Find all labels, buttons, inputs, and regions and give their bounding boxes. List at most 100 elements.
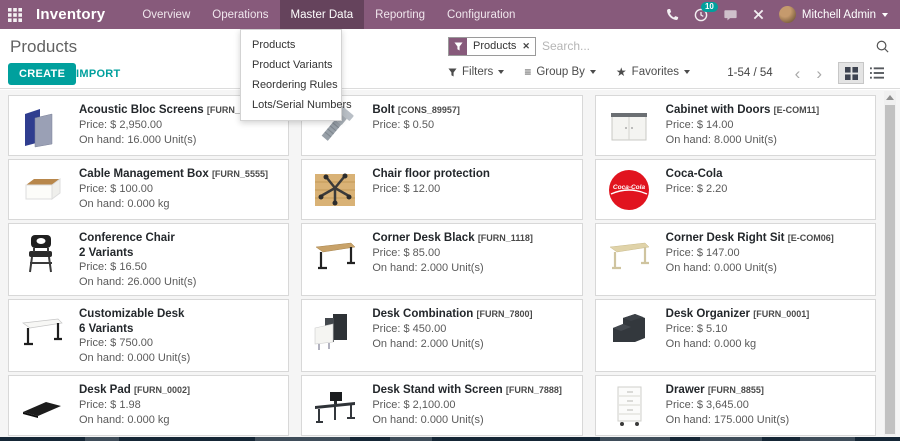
product-on-hand: On hand: 0.000 kg xyxy=(666,337,810,352)
product-card[interactable]: Drawer [FURN_8855] Price: $ 3,645.00 On … xyxy=(595,375,876,436)
product-price: Price: $ 2,100.00 xyxy=(372,398,562,413)
navbar-menu-item-label: Operations xyxy=(212,9,268,21)
navbar-menu-item[interactable]: Reporting xyxy=(364,0,436,29)
product-price: Price: $ 85.00 xyxy=(372,246,533,261)
product-image xyxy=(605,306,653,354)
user-name: Mitchell Admin xyxy=(802,9,876,21)
product-on-hand: On hand: 0.000 kg xyxy=(79,197,268,212)
navbar-menu-item[interactable]: Operations xyxy=(201,0,279,29)
product-image xyxy=(18,166,66,214)
taskbar-segment xyxy=(390,437,432,441)
kanban-view-button[interactable] xyxy=(838,62,864,84)
product-name: Corner Desk Right Sit xyxy=(666,232,785,244)
product-card[interactable]: Cable Management Box [FURN_5555] Price: … xyxy=(8,159,289,220)
vertical-scrollbar[interactable] xyxy=(884,91,896,436)
product-image xyxy=(605,102,653,150)
product-image xyxy=(311,382,359,430)
product-on-hand: On hand: 2.000 Unit(s) xyxy=(372,261,533,276)
os-taskbar-edge xyxy=(0,437,900,441)
user-menu[interactable]: Mitchell Admin xyxy=(779,6,888,23)
bars-icon: ≡ xyxy=(524,66,531,78)
top-navbar: Inventory Overview Operations Master Dat… xyxy=(0,0,900,29)
pager-previous-icon[interactable]: ‹ xyxy=(787,65,809,82)
taskbar-segment xyxy=(700,437,762,441)
scrollbar-thumb[interactable] xyxy=(885,105,895,434)
search-icon[interactable] xyxy=(875,39,890,54)
navbar-menu-item-label: Reporting xyxy=(375,9,425,21)
product-on-hand: On hand: 0.000 Unit(s) xyxy=(79,351,190,366)
product-variants: 2 Variants xyxy=(79,246,196,260)
activity-count-badge: 10 xyxy=(701,2,718,12)
dropdown-menu-item[interactable]: Lots/Serial Numbers xyxy=(241,95,341,115)
product-card[interactable]: Chair floor protection Price: $ 12.00 xyxy=(301,159,582,220)
product-on-hand: On hand: 2.000 Unit(s) xyxy=(372,337,532,352)
product-card[interactable]: Coca-Cola Coca-Cola Price: $ 2.20 xyxy=(595,159,876,220)
dropdown-menu-item[interactable]: Reordering Rules xyxy=(241,75,341,95)
product-card[interactable]: Cabinet with Doors [E-COM11] Price: $ 14… xyxy=(595,95,876,156)
messages-icon[interactable] xyxy=(723,8,738,22)
product-price: Price: $ 2,950.00 xyxy=(79,118,263,133)
product-card[interactable]: Desk Combination [FURN_7800] Price: $ 45… xyxy=(301,299,582,372)
apps-grid-icon[interactable] xyxy=(0,0,30,29)
search-input[interactable] xyxy=(542,39,869,53)
product-on-hand: On hand: 16.000 Unit(s) xyxy=(79,133,263,148)
dropdown-menu-item[interactable]: Product Variants xyxy=(241,55,341,75)
product-image xyxy=(311,230,359,278)
navbar-menu-item[interactable]: Configuration xyxy=(436,0,526,29)
product-name: Cable Management Box xyxy=(79,168,209,180)
product-on-hand: On hand: 0.000 Unit(s) xyxy=(372,413,562,428)
phone-icon[interactable] xyxy=(666,8,679,21)
kanban-content: Acoustic Bloc Screens [FURN_6666] Price:… xyxy=(0,90,900,437)
apps-grid-glyph xyxy=(8,8,22,22)
dropdown-menu-item[interactable]: Products xyxy=(241,35,341,55)
favorites-button[interactable]: ★ Favorites xyxy=(616,66,690,78)
product-reference: [FURN_0002] xyxy=(134,385,190,395)
pager-counter: 1-54 / 54 xyxy=(727,67,772,79)
product-reference: [FURN_8855] xyxy=(708,385,764,395)
product-card[interactable]: Customizable Desk 6 Variants Price: $ 75… xyxy=(8,299,289,372)
list-view-button[interactable] xyxy=(864,62,890,84)
navbar-menu-item[interactable]: Overview xyxy=(131,0,201,29)
product-name: Coca-Cola xyxy=(666,168,723,180)
product-name: Customizable Desk xyxy=(79,308,184,320)
chevron-down-icon xyxy=(498,70,504,74)
navbar-menu-item-label: Configuration xyxy=(447,9,515,21)
product-price: Price: $ 12.00 xyxy=(372,182,490,197)
product-card[interactable]: Conference Chair 2 Variants Price: $ 16.… xyxy=(8,223,289,296)
taskbar-segment xyxy=(600,437,670,441)
product-card[interactable]: Corner Desk Right Sit [E-COM06] Price: $… xyxy=(595,223,876,296)
navbar-menu: Overview Operations Master Data Reportin… xyxy=(131,0,526,29)
group-by-button[interactable]: ≡ Group By xyxy=(524,66,596,78)
product-card[interactable]: Desk Stand with Screen [FURN_7888] Price… xyxy=(301,375,582,436)
product-on-hand: On hand: 26.000 Unit(s) xyxy=(79,275,196,290)
product-name: Corner Desk Black xyxy=(372,232,474,244)
product-image xyxy=(18,102,66,150)
filters-button[interactable]: Filters xyxy=(448,66,504,78)
product-card[interactable]: Desk Organizer [FURN_0001] Price: $ 5.10… xyxy=(595,299,876,372)
facet-remove-icon[interactable]: ✕ xyxy=(522,38,535,55)
navbar-menu-item-label: Master Data xyxy=(291,9,354,21)
navbar-menu-item[interactable]: Master Data xyxy=(280,0,365,29)
product-card[interactable]: Desk Pad [FURN_0002] Price: $ 1.98 On ha… xyxy=(8,375,289,436)
taskbar-segment xyxy=(800,437,855,441)
product-name: Acoustic Bloc Screens xyxy=(79,104,204,116)
cross-icon[interactable] xyxy=(753,9,764,20)
product-name: Cabinet with Doors xyxy=(666,104,771,116)
product-name: Drawer xyxy=(666,384,705,396)
star-icon: ★ xyxy=(616,66,627,78)
search-options: Filters ≡ Group By ★ Favorites xyxy=(448,66,690,78)
chevron-down-icon xyxy=(684,70,690,74)
create-button[interactable]: CREATE xyxy=(8,63,76,85)
product-on-hand: On hand: 8.000 Unit(s) xyxy=(666,133,820,148)
product-card[interactable]: Corner Desk Black [FURN_1118] Price: $ 8… xyxy=(301,223,582,296)
activity-clock-icon[interactable]: 10 xyxy=(694,8,708,22)
product-on-hand: On hand: 175.000 Unit(s) xyxy=(666,413,790,428)
import-button[interactable]: IMPORT xyxy=(76,68,121,80)
product-name: Desk Pad xyxy=(79,384,131,396)
product-image xyxy=(311,306,359,354)
search-bar: Products ✕ xyxy=(448,35,890,57)
scroll-up-arrow-icon[interactable] xyxy=(886,93,894,101)
product-name: Conference Chair xyxy=(79,232,175,244)
pager-next-icon[interactable]: › xyxy=(808,65,830,82)
product-image xyxy=(605,382,653,430)
